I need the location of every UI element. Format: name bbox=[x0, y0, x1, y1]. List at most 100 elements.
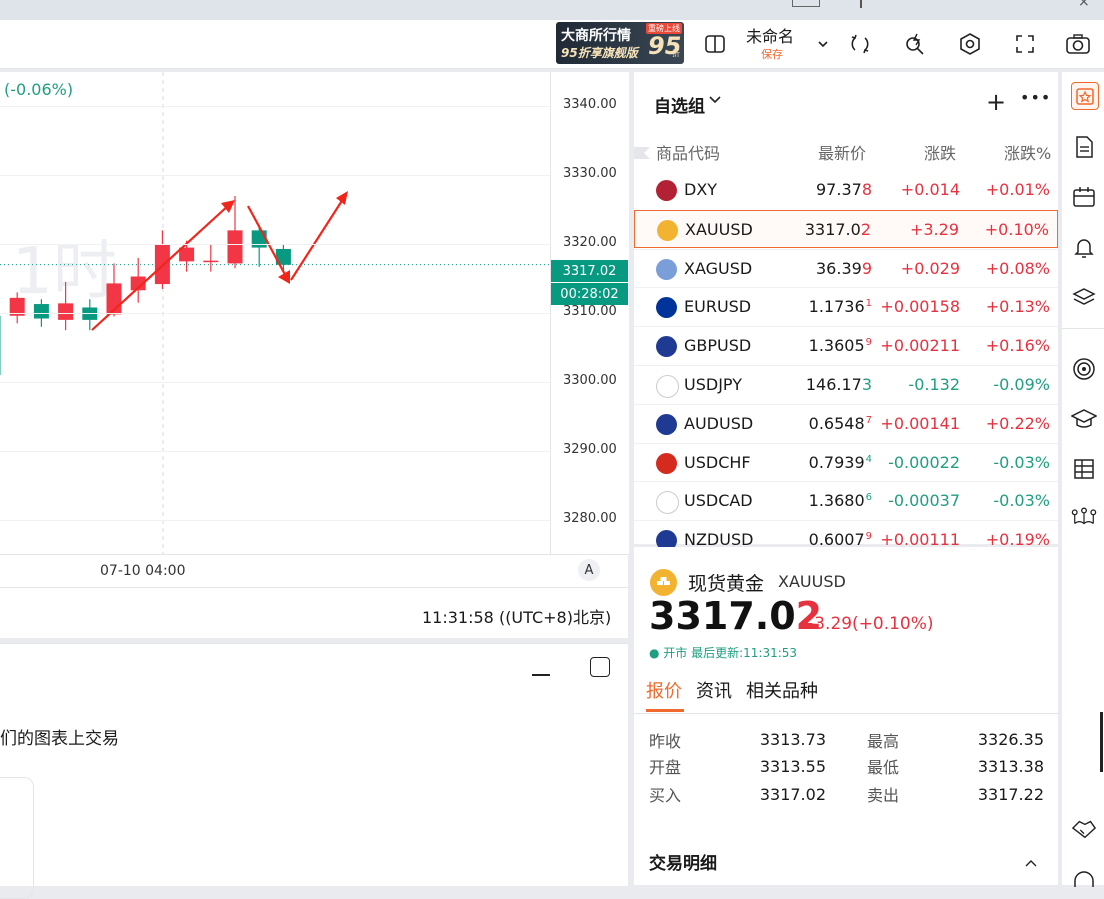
candle-body bbox=[58, 303, 74, 320]
table-grid-icon[interactable] bbox=[1071, 456, 1097, 482]
watchlist-dropdown-icon[interactable] bbox=[708, 92, 722, 111]
row-price: 1.36806 bbox=[809, 491, 872, 510]
stat-value-ask: 3317.22 bbox=[977, 785, 1044, 804]
watchlist-star-icon[interactable] bbox=[1071, 82, 1099, 110]
network-icon[interactable] bbox=[1071, 504, 1097, 530]
more-icon[interactable]: ••• bbox=[1020, 88, 1051, 107]
gold-flag-icon bbox=[657, 219, 678, 241]
row-price-pipette: 9 bbox=[865, 337, 872, 349]
tab-news[interactable]: 资讯 bbox=[696, 677, 732, 703]
clock-timezone[interactable]: 11:31:58 ((UTC+8)北京) bbox=[422, 604, 611, 628]
row-price-pipette: 7 bbox=[865, 414, 872, 426]
watchlist-row-eurusd[interactable]: EURUSD 1.17361 +0.00158 +0.13% bbox=[634, 287, 1058, 326]
tab-quote[interactable]: 报价 bbox=[646, 677, 682, 703]
ca-flag-icon bbox=[656, 491, 679, 515]
sync-icon[interactable] bbox=[845, 30, 875, 58]
trades-title: 交易明细 bbox=[649, 854, 717, 874]
row-symbol: DXY bbox=[684, 180, 718, 199]
watchlist-row-usdcad[interactable]: USDCAD 1.36806 -0.00037 -0.03% bbox=[634, 481, 1058, 520]
auto-scale-button[interactable]: A bbox=[578, 559, 600, 581]
minimize-panel-icon[interactable] bbox=[532, 674, 550, 676]
trading-panel-text: 们的图表上交易 bbox=[0, 729, 119, 749]
row-price-last-digit: 2 bbox=[860, 219, 871, 239]
watchlist-row-dxy[interactable]: DXY 97.378 +0.014 +0.01% bbox=[634, 171, 1058, 209]
calendar-icon[interactable] bbox=[1071, 184, 1097, 210]
row-symbol: XAGUSD bbox=[684, 258, 753, 278]
row-change-pct: -0.03% bbox=[993, 452, 1050, 472]
stat-value-low: 3313.38 bbox=[977, 757, 1044, 776]
row-price: 0.79394 bbox=[809, 453, 872, 472]
row-change: -0.132 bbox=[908, 375, 960, 394]
silver-flag-icon bbox=[656, 258, 677, 280]
right-sidebar bbox=[1062, 72, 1104, 887]
row-change: -0.00037 bbox=[888, 491, 960, 511]
watchlist-row-gbpusd[interactable]: GBPUSD 1.36059 +0.00211 +0.16% bbox=[634, 326, 1058, 365]
stat-label-bid: 买入 bbox=[649, 786, 682, 805]
candle-body bbox=[227, 230, 243, 264]
row-price-main: 0.7939 bbox=[808, 452, 865, 472]
promo-banner[interactable]: 大商所行情 95折享旗舰版 重磅上线 95 折 bbox=[556, 22, 684, 64]
watchlist-row-usdchf[interactable]: USDCHF 0.79394 -0.00022 -0.03% bbox=[634, 442, 1058, 482]
tab-related[interactable]: 相关品种 bbox=[746, 677, 818, 703]
layout-name[interactable]: 未命名 bbox=[746, 23, 794, 47]
row-price-pipette: 6 bbox=[865, 492, 872, 504]
chart-pane[interactable]: (-0.06%) 1时 bbox=[0, 72, 628, 586]
time-axis[interactable]: 07-10 04:00 A bbox=[0, 554, 628, 587]
settings-hex-icon[interactable] bbox=[955, 30, 985, 58]
fullscreen-icon[interactable] bbox=[1010, 30, 1040, 58]
grid-line bbox=[0, 244, 550, 246]
stat-value-bid: 3317.02 bbox=[759, 785, 826, 804]
row-price-main: 36.39 bbox=[816, 258, 862, 278]
pin-icon[interactable] bbox=[860, 0, 862, 8]
row-change: +0.00158 bbox=[880, 297, 960, 317]
broker-card[interactable] bbox=[0, 777, 34, 899]
row-price: 3317.02 bbox=[805, 220, 871, 239]
time-tick-label: 07-10 04:00 bbox=[100, 563, 186, 579]
education-icon[interactable] bbox=[1071, 406, 1097, 432]
collapse-icon[interactable] bbox=[1024, 853, 1038, 872]
watchlist-row-usdjpy[interactable]: USDJPY 146.173 -0.132 -0.09% bbox=[634, 365, 1058, 404]
chevron-down-icon[interactable] bbox=[808, 30, 838, 58]
row-change: +3.29 bbox=[909, 219, 959, 239]
col-header-price[interactable]: 最新价 bbox=[818, 140, 866, 164]
col-header-change[interactable]: 涨跌 bbox=[924, 140, 956, 164]
row-symbol: EURUSD bbox=[684, 297, 752, 317]
handshake-icon[interactable] bbox=[1071, 816, 1097, 842]
grid-line bbox=[0, 313, 550, 314]
stat-label-open: 开盘 bbox=[649, 758, 682, 777]
maximize-panel-icon[interactable] bbox=[590, 657, 610, 677]
row-price-main: 0.6548 bbox=[808, 413, 865, 433]
alert-bell-icon[interactable] bbox=[1071, 234, 1097, 260]
eu-flag-icon bbox=[656, 297, 677, 319]
sort-flag-icon bbox=[634, 144, 650, 159]
row-price: 36.399 bbox=[816, 259, 872, 278]
save-link[interactable]: 保存 bbox=[761, 46, 783, 62]
watchlist-row-audusd[interactable]: AUDUSD 0.65487 +0.00141 +0.22% bbox=[634, 403, 1058, 443]
row-change: +0.014 bbox=[900, 180, 960, 199]
detail-name: 现货黄金 bbox=[688, 573, 765, 595]
watchlist-title[interactable]: 自选组 bbox=[654, 92, 705, 117]
watchlist-row-xagusd[interactable]: XAGUSD 36.399 +0.029 +0.08% bbox=[634, 248, 1058, 288]
document-icon[interactable] bbox=[1071, 134, 1097, 160]
sidebar-divider bbox=[1062, 328, 1104, 329]
target-icon[interactable] bbox=[1071, 356, 1097, 382]
col-header-change-pct[interactable]: 涨跌% bbox=[1004, 140, 1051, 164]
layers-icon[interactable] bbox=[1071, 284, 1097, 310]
close-icon[interactable]: × bbox=[1078, 0, 1090, 10]
window-icon[interactable] bbox=[792, 0, 820, 7]
camera-icon[interactable] bbox=[1063, 30, 1093, 58]
headset-icon[interactable] bbox=[1071, 866, 1097, 892]
detail-price-main: 3317.0 bbox=[649, 594, 796, 638]
detail-change: +3.29 bbox=[800, 614, 853, 634]
add-symbol-icon[interactable]: + bbox=[986, 88, 1006, 116]
y-tick-label: 3300.00 bbox=[563, 372, 617, 388]
scroll-indicator[interactable] bbox=[1100, 712, 1103, 772]
gold-icon bbox=[650, 569, 677, 596]
watchlist-row-xauusd[interactable]: XAUUSD 3317.02 +3.29 +0.10% bbox=[634, 209, 1058, 248]
col-header-symbol[interactable]: 商品代码 bbox=[656, 140, 720, 164]
layout-split-icon[interactable] bbox=[700, 30, 730, 58]
symbol-detail-panel: 现货黄金 XAUUSD 3317.02 +3.29 (+0.10%) ● 开市 … bbox=[634, 547, 1058, 885]
row-change-pct: -0.03% bbox=[993, 491, 1050, 511]
ch-flag-icon bbox=[656, 452, 677, 474]
quick-search-icon[interactable] bbox=[900, 30, 930, 58]
